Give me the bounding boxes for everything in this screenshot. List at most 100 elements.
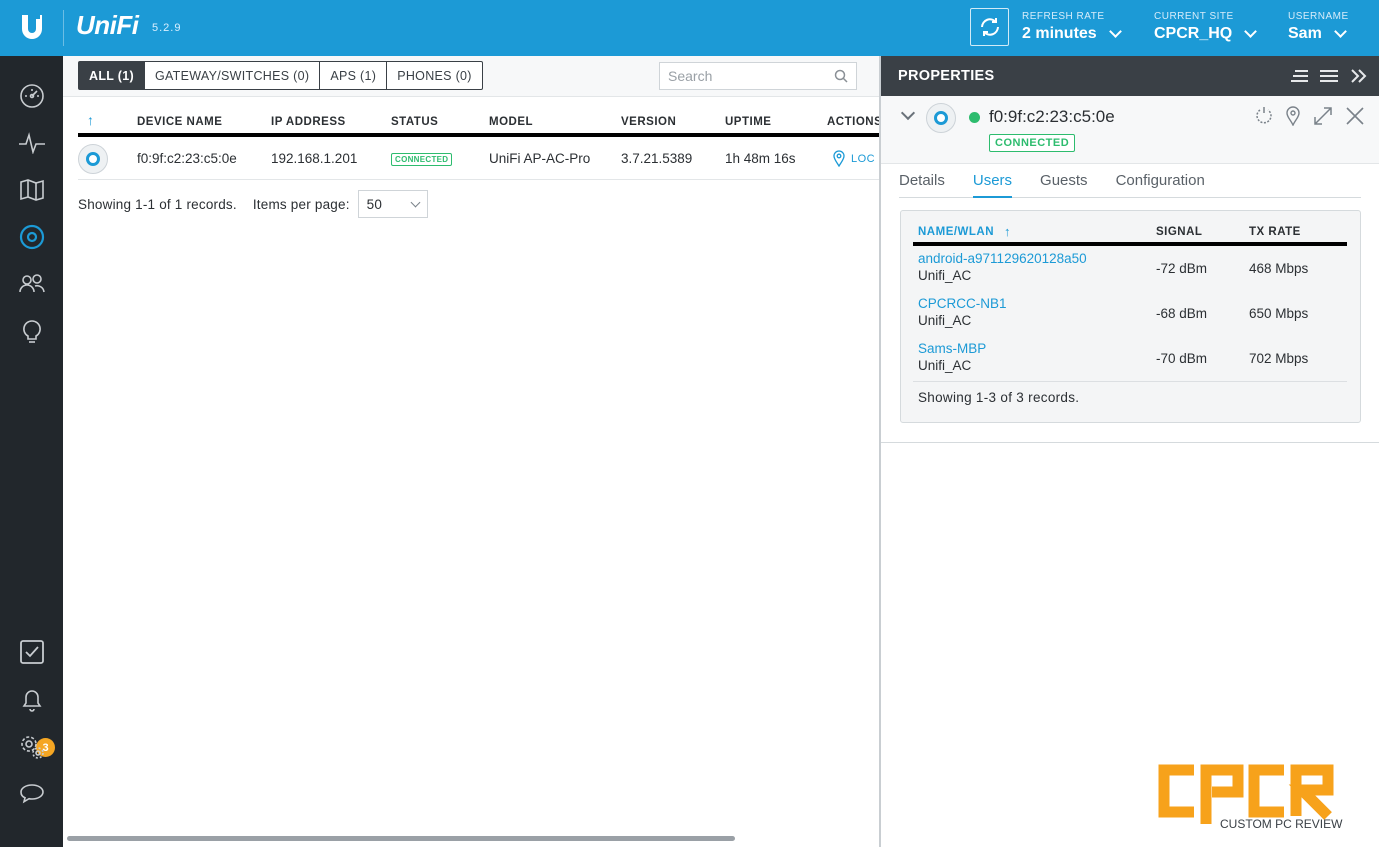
client-name-link[interactable]: CPCRCC-NB1 (918, 296, 1007, 311)
col-status[interactable]: STATUS (391, 116, 438, 128)
brand-logo: UniFi (76, 10, 139, 40)
locate-action[interactable]: LOC (833, 150, 875, 167)
client-signal: -68 dBm (1156, 306, 1208, 321)
col-ip-address[interactable]: IP ADDRESS (271, 116, 346, 128)
alerts-bell-icon (22, 690, 42, 712)
users-table-header: NAME/WLAN ↑ SIGNAL TX RATE (913, 221, 1347, 246)
current-site-label: CURRENT SITE (1154, 11, 1234, 22)
properties-tabs: Details Users Guests Configuration (899, 164, 1361, 198)
location-pin-icon (833, 150, 845, 167)
access-point-icon (78, 144, 108, 174)
client-signal: -72 dBm (1156, 261, 1208, 276)
client-tx-rate: 650 Mbps (1249, 306, 1309, 321)
tab-details[interactable]: Details (899, 164, 945, 198)
client-name-link[interactable]: Sams-MBP (918, 341, 986, 356)
tab-phones[interactable]: PHONES (0) (387, 61, 483, 90)
tab-users[interactable]: Users (972, 164, 1013, 198)
refresh-icon (980, 18, 999, 36)
chevron-down-icon (410, 197, 421, 207)
search-icon[interactable] (834, 69, 848, 83)
users-records-count: Showing 1-3 of 3 records. (913, 381, 1347, 413)
refresh-button[interactable] (970, 8, 1009, 46)
chevron-down-icon (1108, 25, 1122, 38)
tab-all[interactable]: ALL (1) (78, 61, 145, 90)
sidebar-item-map[interactable] (16, 174, 48, 206)
version-label: 5.2.9 (152, 22, 182, 34)
properties-title: PROPERTIES (898, 68, 995, 84)
tab-configuration[interactable]: Configuration (1116, 164, 1205, 198)
sort-arrow-icon[interactable]: ↑ (87, 112, 95, 128)
client-tx-rate: 702 Mbps (1249, 351, 1309, 366)
device-model: UniFi AP-AC-Pro (489, 151, 591, 166)
tab-aps[interactable]: APS (1) (320, 61, 388, 90)
sidebar-item-settings[interactable] (16, 731, 48, 763)
menu-icon[interactable] (1319, 66, 1339, 86)
records-count: Showing 1-1 of 1 records. (78, 196, 237, 212)
col-tx-rate[interactable]: TX RATE (1249, 226, 1301, 238)
logo-divider (63, 10, 64, 46)
sidebar-item-statistics[interactable] (16, 127, 48, 159)
table-row[interactable]: CPCRCC-NB1 Unifi_AC -68 dBm 650 Mbps (913, 296, 1347, 341)
refresh-rate-value: 2 minutes (1022, 25, 1097, 42)
users-table-card: NAME/WLAN ↑ SIGNAL TX RATE android-a9711… (900, 210, 1361, 423)
col-version[interactable]: VERSION (621, 116, 676, 128)
expand-icon[interactable] (1313, 106, 1333, 126)
properties-panel: PROPERTIES f0:9f:c2:23:c5:0e CONNECTED D… (879, 56, 1379, 847)
table-footer: Showing 1-1 of 1 records. Items per page… (78, 190, 428, 218)
insights-bulb-icon (23, 320, 41, 343)
device-version: 3.7.21.5389 (621, 151, 693, 166)
current-site-dropdown[interactable]: CURRENT SITE CPCR_HQ (1154, 11, 1258, 43)
sidebar: 3 (0, 56, 63, 847)
items-per-page-select[interactable]: 50 (357, 190, 428, 218)
col-device-name[interactable]: DEVICE NAME (137, 116, 222, 128)
device-uptime: 1h 48m 16s (725, 151, 796, 166)
col-model[interactable]: MODEL (489, 116, 533, 128)
search-input[interactable] (660, 63, 820, 89)
refresh-rate-dropdown[interactable]: REFRESH RATE 2 minutes (1022, 11, 1122, 43)
col-actions: ACTIONS (827, 116, 883, 128)
collapse-panel-icon[interactable] (1349, 66, 1369, 86)
sidebar-item-alerts[interactable] (16, 684, 48, 716)
chat-icon (20, 784, 44, 804)
cpcr-watermark-logo: CUSTOM PC REVIEW (1150, 760, 1360, 832)
dashboard-icon (20, 84, 44, 108)
table-row[interactable]: Sams-MBP Unifi_AC -70 dBm 702 Mbps (913, 341, 1347, 386)
items-per-page-label: Items per page: (252, 196, 350, 212)
collapse-chevron-icon[interactable] (900, 105, 916, 121)
devices-main-area: ALL (1) GATEWAY/SWITCHES (0) APS (1) PHO… (63, 56, 883, 847)
horizontal-scrollbar[interactable] (67, 836, 735, 841)
sort-lines-icon[interactable] (1289, 66, 1309, 86)
client-signal: -70 dBm (1156, 351, 1208, 366)
clients-icon (19, 274, 45, 293)
filter-bar: ALL (1) GATEWAY/SWITCHES (0) APS (1) PHO… (63, 56, 879, 97)
ubiquiti-logo-icon[interactable] (0, 0, 63, 56)
statistics-icon (19, 132, 45, 154)
settings-icon (21, 736, 44, 759)
tab-gateway-switches[interactable]: GATEWAY/SWITCHES (0) (144, 61, 321, 90)
location-pin-icon[interactable] (1285, 106, 1301, 126)
client-name-link[interactable]: android-a971129620128a50 (918, 251, 1087, 266)
close-icon[interactable] (1345, 106, 1365, 126)
sidebar-item-devices[interactable] (16, 221, 48, 253)
status-badge: CONNECTED (391, 153, 453, 166)
col-name-wlan[interactable]: NAME/WLAN (918, 226, 994, 238)
col-uptime[interactable]: UPTIME (725, 116, 771, 128)
sort-arrow-icon[interactable]: ↑ (1004, 224, 1011, 239)
sidebar-item-dashboard[interactable] (16, 80, 48, 112)
sidebar-item-insights[interactable] (16, 316, 48, 348)
username-dropdown[interactable]: USERNAME Sam (1288, 11, 1349, 43)
refresh-rate-label: REFRESH RATE (1022, 11, 1105, 22)
sidebar-item-clients[interactable] (16, 268, 48, 300)
device-header: f0:9f:c2:23:c5:0e CONNECTED (881, 96, 1379, 164)
tab-guests[interactable]: Guests (1040, 164, 1088, 198)
chevron-down-icon (1333, 25, 1347, 38)
items-per-page-value: 50 (366, 196, 383, 212)
table-row[interactable]: android-a971129620128a50 Unifi_AC -72 dB… (913, 251, 1347, 296)
locate-label: LOC (851, 152, 876, 165)
col-signal[interactable]: SIGNAL (1156, 226, 1202, 238)
sidebar-item-chat[interactable] (16, 778, 48, 810)
table-row[interactable]: f0:9f:c2:23:c5:0e 192.168.1.201 CONNECTE… (78, 139, 879, 180)
devices-icon (19, 224, 45, 250)
restart-icon[interactable] (1255, 106, 1273, 124)
sidebar-item-events[interactable] (16, 636, 48, 668)
